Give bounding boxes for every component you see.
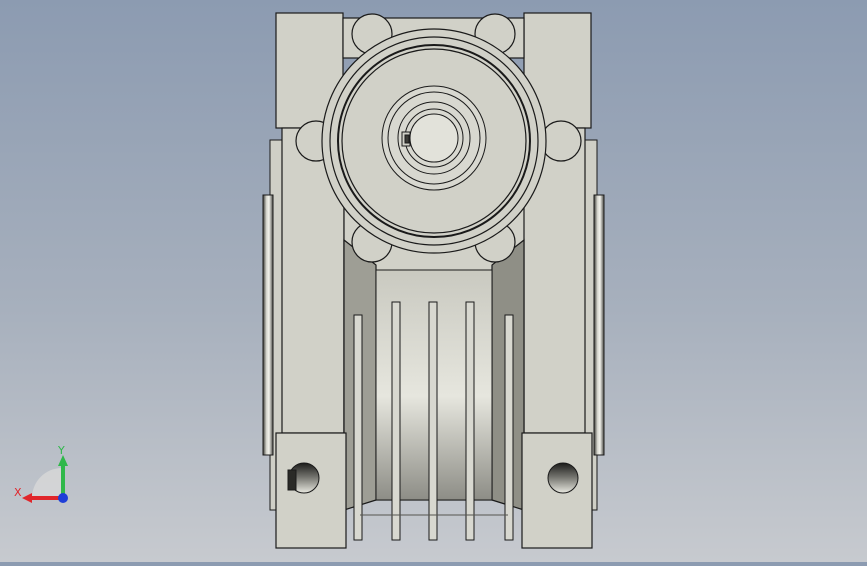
mounting-hole-right <box>547 462 579 494</box>
axis-triad: Y X <box>10 438 80 510</box>
z-axis-icon <box>58 493 68 503</box>
x-axis-label: X <box>14 486 22 499</box>
y-axis-label: Y <box>57 444 65 457</box>
triad-plane-icon <box>32 468 62 498</box>
cad-viewport[interactable] <box>0 0 867 562</box>
gearbox-drawing <box>262 12 605 549</box>
cooling-fins <box>353 269 514 541</box>
output-bore <box>381 85 487 191</box>
